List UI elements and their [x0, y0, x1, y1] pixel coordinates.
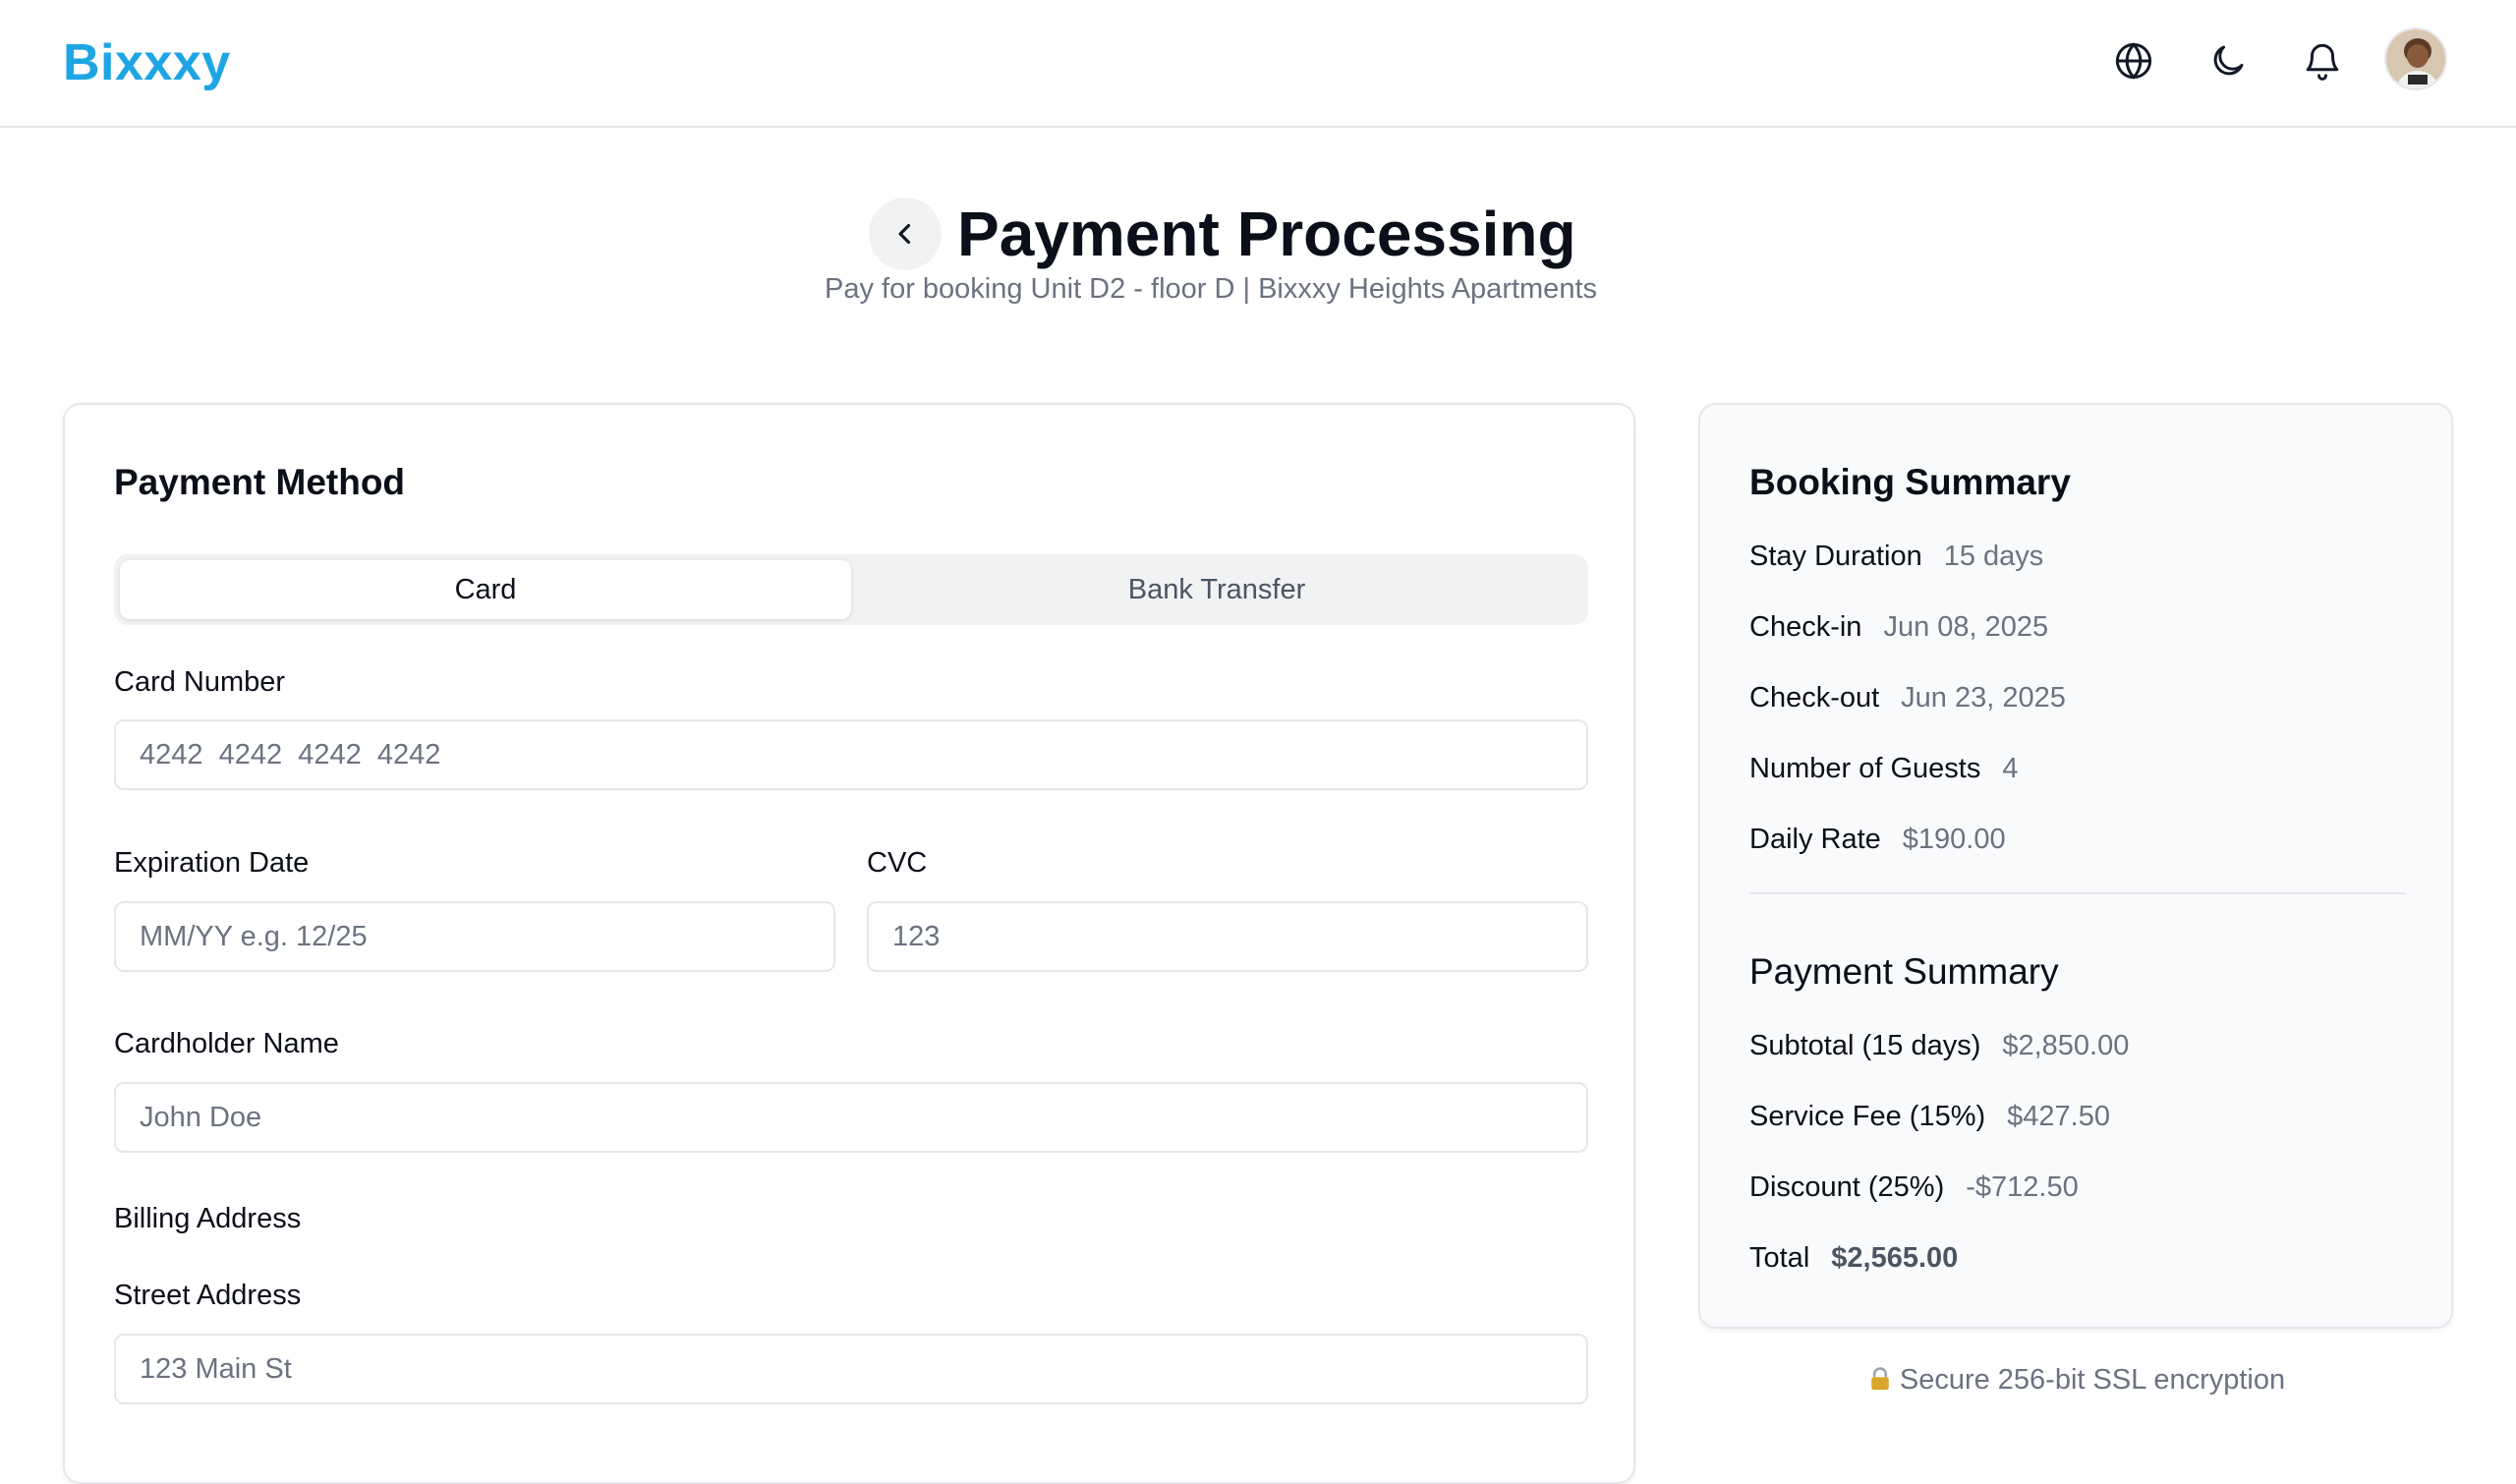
payment-summary-title: Payment Summary	[1749, 951, 2059, 992]
expiration-date-label: Expiration Date	[114, 847, 310, 879]
summary-value: Jun 08, 2025	[1883, 611, 2049, 643]
billing-address-heading: Billing Address	[114, 1203, 302, 1234]
summary-key: Check-in	[1749, 611, 1862, 643]
summary-key: Service Fee (15%)	[1749, 1101, 1986, 1132]
summary-key: Total	[1749, 1242, 1810, 1274]
payment-tabs: Card Bank Transfer	[114, 554, 1588, 625]
globe-icon[interactable]	[2110, 37, 2157, 85]
chevron-left-icon	[898, 223, 911, 245]
summary-key: Stay Duration	[1749, 541, 1922, 572]
street-address-input[interactable]	[114, 1334, 1588, 1404]
payment-row-discount: Discount (25%) -$712.50	[1749, 1168, 2079, 1207]
secure-note-text: Secure 256-bit SSL encryption	[1899, 1364, 2286, 1396]
cvc-label: CVC	[867, 847, 928, 879]
booking-summary-title: Booking Summary	[1749, 462, 2071, 502]
cardholder-name-label: Cardholder Name	[114, 1028, 339, 1059]
summary-row-check-in: Check-in Jun 08, 2025	[1749, 607, 2048, 647]
brand-logo[interactable]: Bixxxy	[63, 28, 231, 98]
avatar[interactable]	[2384, 28, 2447, 90]
cvc-input[interactable]	[867, 901, 1588, 972]
moon-icon[interactable]	[2204, 37, 2252, 85]
summary-value: Jun 23, 2025	[1901, 682, 2066, 713]
summary-key: Subtotal (15 days)	[1749, 1030, 1981, 1061]
payment-row-subtotal: Subtotal (15 days) $2,850.00	[1749, 1026, 2129, 1065]
street-address-label: Street Address	[114, 1280, 302, 1311]
lock-icon	[1866, 1364, 1894, 1403]
summary-key: Daily Rate	[1749, 824, 1881, 855]
summary-value: -$712.50	[1966, 1171, 2079, 1203]
payment-row-total: Total $2,565.00	[1749, 1238, 1958, 1278]
page-subtitle: Pay for booking Unit D2 - floor D | Bixx…	[824, 273, 1598, 305]
summary-value: 15 days	[1943, 541, 2044, 572]
summary-row-daily-rate: Daily Rate $190.00	[1749, 820, 2006, 859]
summary-value: $427.50	[2007, 1101, 2110, 1132]
payment-method-title: Payment Method	[114, 462, 406, 502]
summary-row-stay-duration: Stay Duration 15 days	[1749, 537, 2043, 576]
summary-key: Discount (25%)	[1749, 1171, 1945, 1203]
payment-row-service-fee: Service Fee (15%) $427.50	[1749, 1097, 2110, 1136]
booking-summary-card: Booking Summary Stay Duration 15 days Che…	[1698, 403, 2453, 1329]
summary-value: $2,565.00	[1831, 1242, 1959, 1274]
summary-key: Check-out	[1749, 682, 1880, 713]
summary-divider	[1749, 892, 2406, 894]
card-number-input[interactable]	[114, 719, 1588, 790]
payment-method-card: Payment Method Card Bank Transfer Card N…	[63, 403, 1635, 1484]
secure-note: Secure 256-bit SSL encryption	[1698, 1360, 2453, 1403]
tab-card[interactable]: Card	[120, 560, 851, 619]
summary-value: $2,850.00	[2002, 1030, 2130, 1061]
expiration-date-input[interactable]	[114, 901, 835, 972]
summary-row-guests: Number of Guests 4	[1749, 749, 2018, 788]
summary-key: Number of Guests	[1749, 753, 1981, 784]
bell-icon[interactable]	[2299, 37, 2346, 85]
cardholder-name-input[interactable]	[114, 1082, 1588, 1153]
summary-row-check-out: Check-out Jun 23, 2025	[1749, 678, 2066, 717]
tab-bank-transfer[interactable]: Bank Transfer	[851, 560, 1582, 619]
summary-value: 4	[2002, 753, 2019, 784]
back-button[interactable]	[869, 198, 942, 270]
page-title: Payment Processing	[957, 199, 1576, 269]
card-number-label: Card Number	[114, 666, 286, 698]
top-nav: Bixxxy	[0, 0, 2516, 128]
summary-value: $190.00	[1902, 824, 2006, 855]
